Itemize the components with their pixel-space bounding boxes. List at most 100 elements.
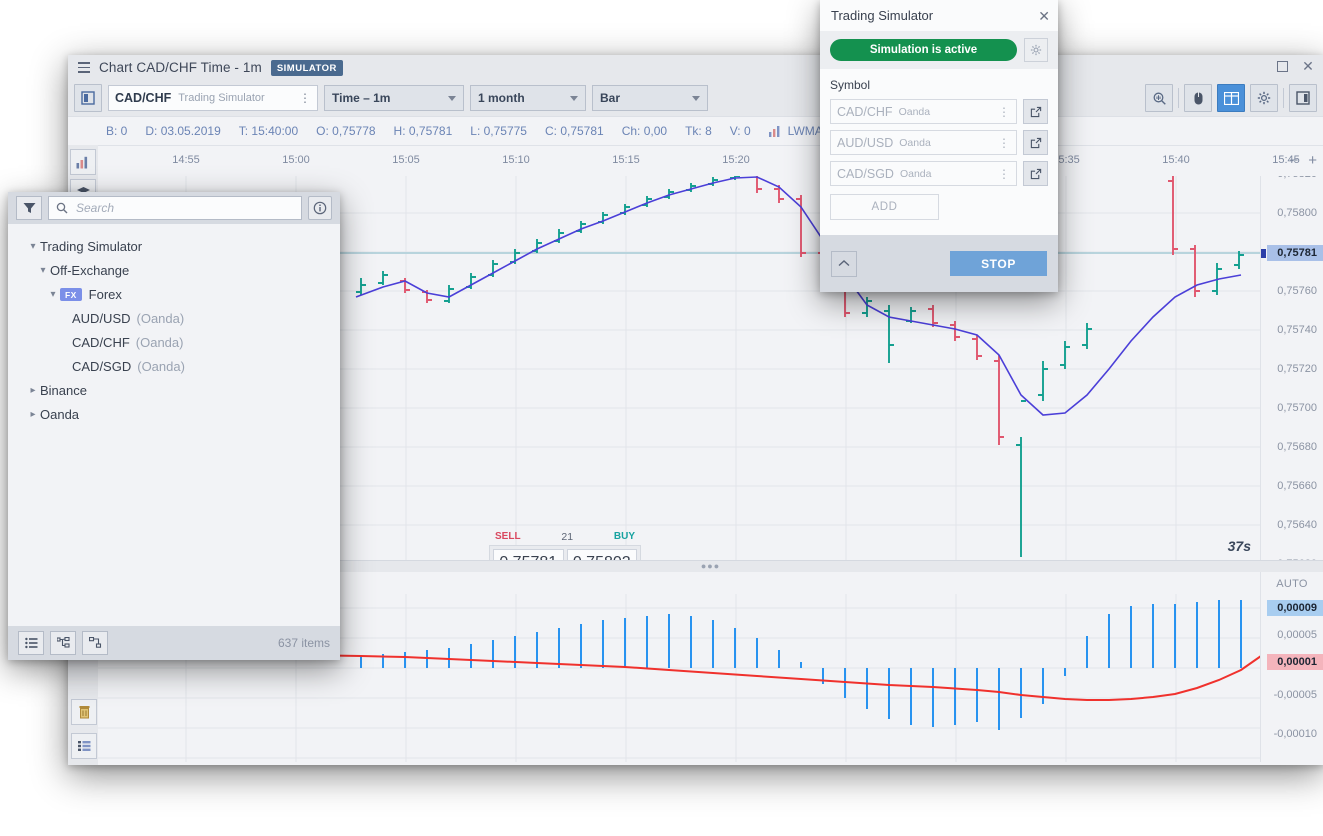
price-tick: 0,75720 [1277, 363, 1317, 375]
search-icon [56, 202, 68, 214]
chevron-down-icon [570, 95, 578, 101]
symbol-row: CAD/CHF Oanda ⋮ [830, 99, 1048, 124]
sim-symbol-cad-sgd[interactable]: CAD/SGD Oanda ⋮ [830, 161, 1017, 186]
tree-node-off-exchange[interactable]: ▾ Off-Exchange [8, 258, 340, 282]
tree-node-forex[interactable]: ▾ FX Forex [8, 282, 340, 306]
tree-view-icon[interactable] [50, 631, 76, 655]
tree-item-aud-usd[interactable]: AUD/USD (Oanda) [8, 306, 340, 330]
info-low: L: 0,75775 [470, 124, 527, 138]
bar-countdown: 37s [1227, 538, 1251, 554]
sim-symbol-exchange: Oanda [899, 136, 931, 149]
indicator-scale-auto-label[interactable]: AUTO [1261, 572, 1323, 590]
gear-icon[interactable] [1024, 38, 1048, 62]
price-tick: 0,75800 [1277, 207, 1317, 219]
time-tick: 15:05 [392, 154, 420, 166]
add-symbol-button[interactable]: ADD [830, 194, 939, 220]
tree-node-label: Binance [40, 382, 87, 398]
tree-item-cad-sgd[interactable]: CAD/SGD (Oanda) [8, 354, 340, 378]
sim-symbol-name: CAD/SGD [837, 166, 894, 181]
window-menu-icon[interactable] [78, 62, 90, 73]
time-scale[interactable]: 14:55 15:00 15:05 15:10 15:15 15:20 15:2… [98, 145, 1323, 176]
drag-grip-icon: ●●● [700, 561, 721, 571]
period-dropdown[interactable]: 1 month [470, 85, 586, 111]
chevron-right-icon[interactable]: ▸ [26, 385, 40, 396]
simulation-status-button[interactable]: Simulation is active [830, 39, 1017, 61]
collapse-up-icon[interactable] [831, 250, 857, 277]
info-date: D: 03.05.2019 [145, 124, 221, 138]
buy-price-button[interactable]: 0,75802 [566, 549, 637, 560]
stop-simulation-button[interactable]: STOP [950, 251, 1047, 276]
filter-icon[interactable] [16, 196, 42, 220]
close-icon[interactable]: ✕ [1038, 9, 1050, 23]
order-ticket[interactable]: SELL 21 BUY 0,75781 0,75802 1 Market [489, 531, 641, 560]
spread-value: 21 [561, 531, 574, 543]
chart-rail-bottom [71, 699, 97, 759]
close-icon[interactable]: ✕ [1301, 59, 1315, 73]
open-external-icon[interactable] [1023, 161, 1048, 186]
tree-node-label: Forex [88, 286, 122, 302]
price-scale[interactable]: AUTO 0,75820 0,75800 0,75781 0,75760 0,7… [1260, 145, 1323, 570]
search-input[interactable] [74, 200, 294, 216]
price-tick: 0,75640 [1277, 519, 1317, 531]
mouse-icon[interactable] [1184, 84, 1212, 112]
sidebar-toggle-icon[interactable] [1289, 84, 1317, 112]
toolbar-separator [1178, 88, 1179, 108]
search-field[interactable] [48, 196, 302, 220]
tree-item-exchange: (Oanda) [137, 358, 185, 374]
open-external-icon[interactable] [1023, 130, 1048, 155]
tree-node-binance[interactable]: ▸ Binance [8, 378, 340, 402]
hierarchy-view-icon[interactable] [82, 631, 108, 655]
kebab-menu-icon[interactable]: ⋮ [998, 106, 1010, 118]
chart-infobar: B: 0 D: 03.05.2019 T: 15:40:00 O: 0,7577… [68, 116, 1323, 145]
symbol-kebab-icon[interactable]: ⋮ [299, 92, 311, 104]
panel-toggle-icon[interactable] [74, 84, 102, 112]
chart-window-title: Chart CAD/CHF Time - 1m [99, 60, 262, 75]
symbol-row: AUD/USD Oanda ⋮ [830, 130, 1048, 155]
layout-icon[interactable] [1217, 84, 1245, 112]
symbol-tree[interactable]: ▾ Trading Simulator ▾ Off-Exchange ▾ FX … [8, 224, 340, 626]
info-volume: V: 0 [729, 124, 751, 138]
dialog-title: Trading Simulator [831, 8, 934, 23]
sim-symbol-cad-chf[interactable]: CAD/CHF Oanda ⋮ [830, 99, 1017, 124]
tree-item-cad-chf[interactable]: CAD/CHF (Oanda) [8, 330, 340, 354]
info-change: Ch: 0,00 [621, 124, 668, 138]
tree-node-trading-simulator[interactable]: ▾ Trading Simulator [8, 234, 340, 258]
sell-price-button[interactable]: 0,75781 [493, 549, 564, 560]
timeframe-dropdown[interactable]: Time – 1m [324, 85, 464, 111]
chartstyle-dropdown[interactable]: Bar [592, 85, 708, 111]
list-view-icon[interactable] [71, 733, 97, 759]
tree-node-label: Off-Exchange [50, 262, 130, 278]
symbol-selector[interactable]: CAD/CHF Trading Simulator ⋮ [108, 85, 318, 111]
sim-symbol-aud-usd[interactable]: AUD/USD Oanda ⋮ [830, 130, 1017, 155]
sim-symbol-exchange: Oanda [898, 105, 931, 118]
kebab-menu-icon[interactable]: ⋮ [998, 168, 1010, 180]
gear-icon[interactable] [1250, 84, 1278, 112]
delete-trash-icon[interactable] [71, 699, 97, 725]
indicators-icon[interactable] [70, 149, 96, 175]
indicator-tick: 0,00005 [1277, 629, 1317, 641]
chevron-down-icon[interactable]: ▾ [36, 265, 50, 276]
zoom-out-icon[interactable]: − [1289, 153, 1298, 168]
maximize-icon[interactable] [1275, 59, 1289, 73]
open-external-icon[interactable] [1023, 99, 1048, 124]
magnifier-icon[interactable] [1145, 84, 1173, 112]
item-count-label: 637 items [277, 636, 330, 650]
simulator-badge: SIMULATOR [270, 59, 343, 76]
indicator-scale[interactable]: AUTO 0,00009 0,00005 0,00001 -0,00005 -0… [1260, 572, 1323, 762]
chevron-down-icon[interactable]: ▾ [26, 241, 40, 252]
tree-item-label: CAD/SGD [72, 358, 132, 374]
flat-list-view-icon[interactable] [18, 631, 44, 655]
chevron-down-icon[interactable]: ▾ [46, 289, 60, 300]
tree-node-oanda[interactable]: ▸ Oanda [8, 402, 340, 426]
symbol-panel-toolbar [8, 192, 340, 224]
dialog-footer: STOP [820, 235, 1058, 292]
chevron-right-icon[interactable]: ▸ [26, 409, 40, 420]
info-time: T: 15:40:00 [238, 124, 299, 138]
zoom-in-icon[interactable]: + [1308, 153, 1317, 168]
info-icon[interactable] [308, 196, 332, 220]
kebab-menu-icon[interactable]: ⋮ [998, 137, 1010, 149]
info-bars: B: 0 [106, 124, 128, 138]
toolbar-separator [1283, 88, 1284, 108]
symbol-selector-source: Trading Simulator [178, 92, 265, 104]
indicator-tick: -0,00005 [1273, 689, 1317, 701]
